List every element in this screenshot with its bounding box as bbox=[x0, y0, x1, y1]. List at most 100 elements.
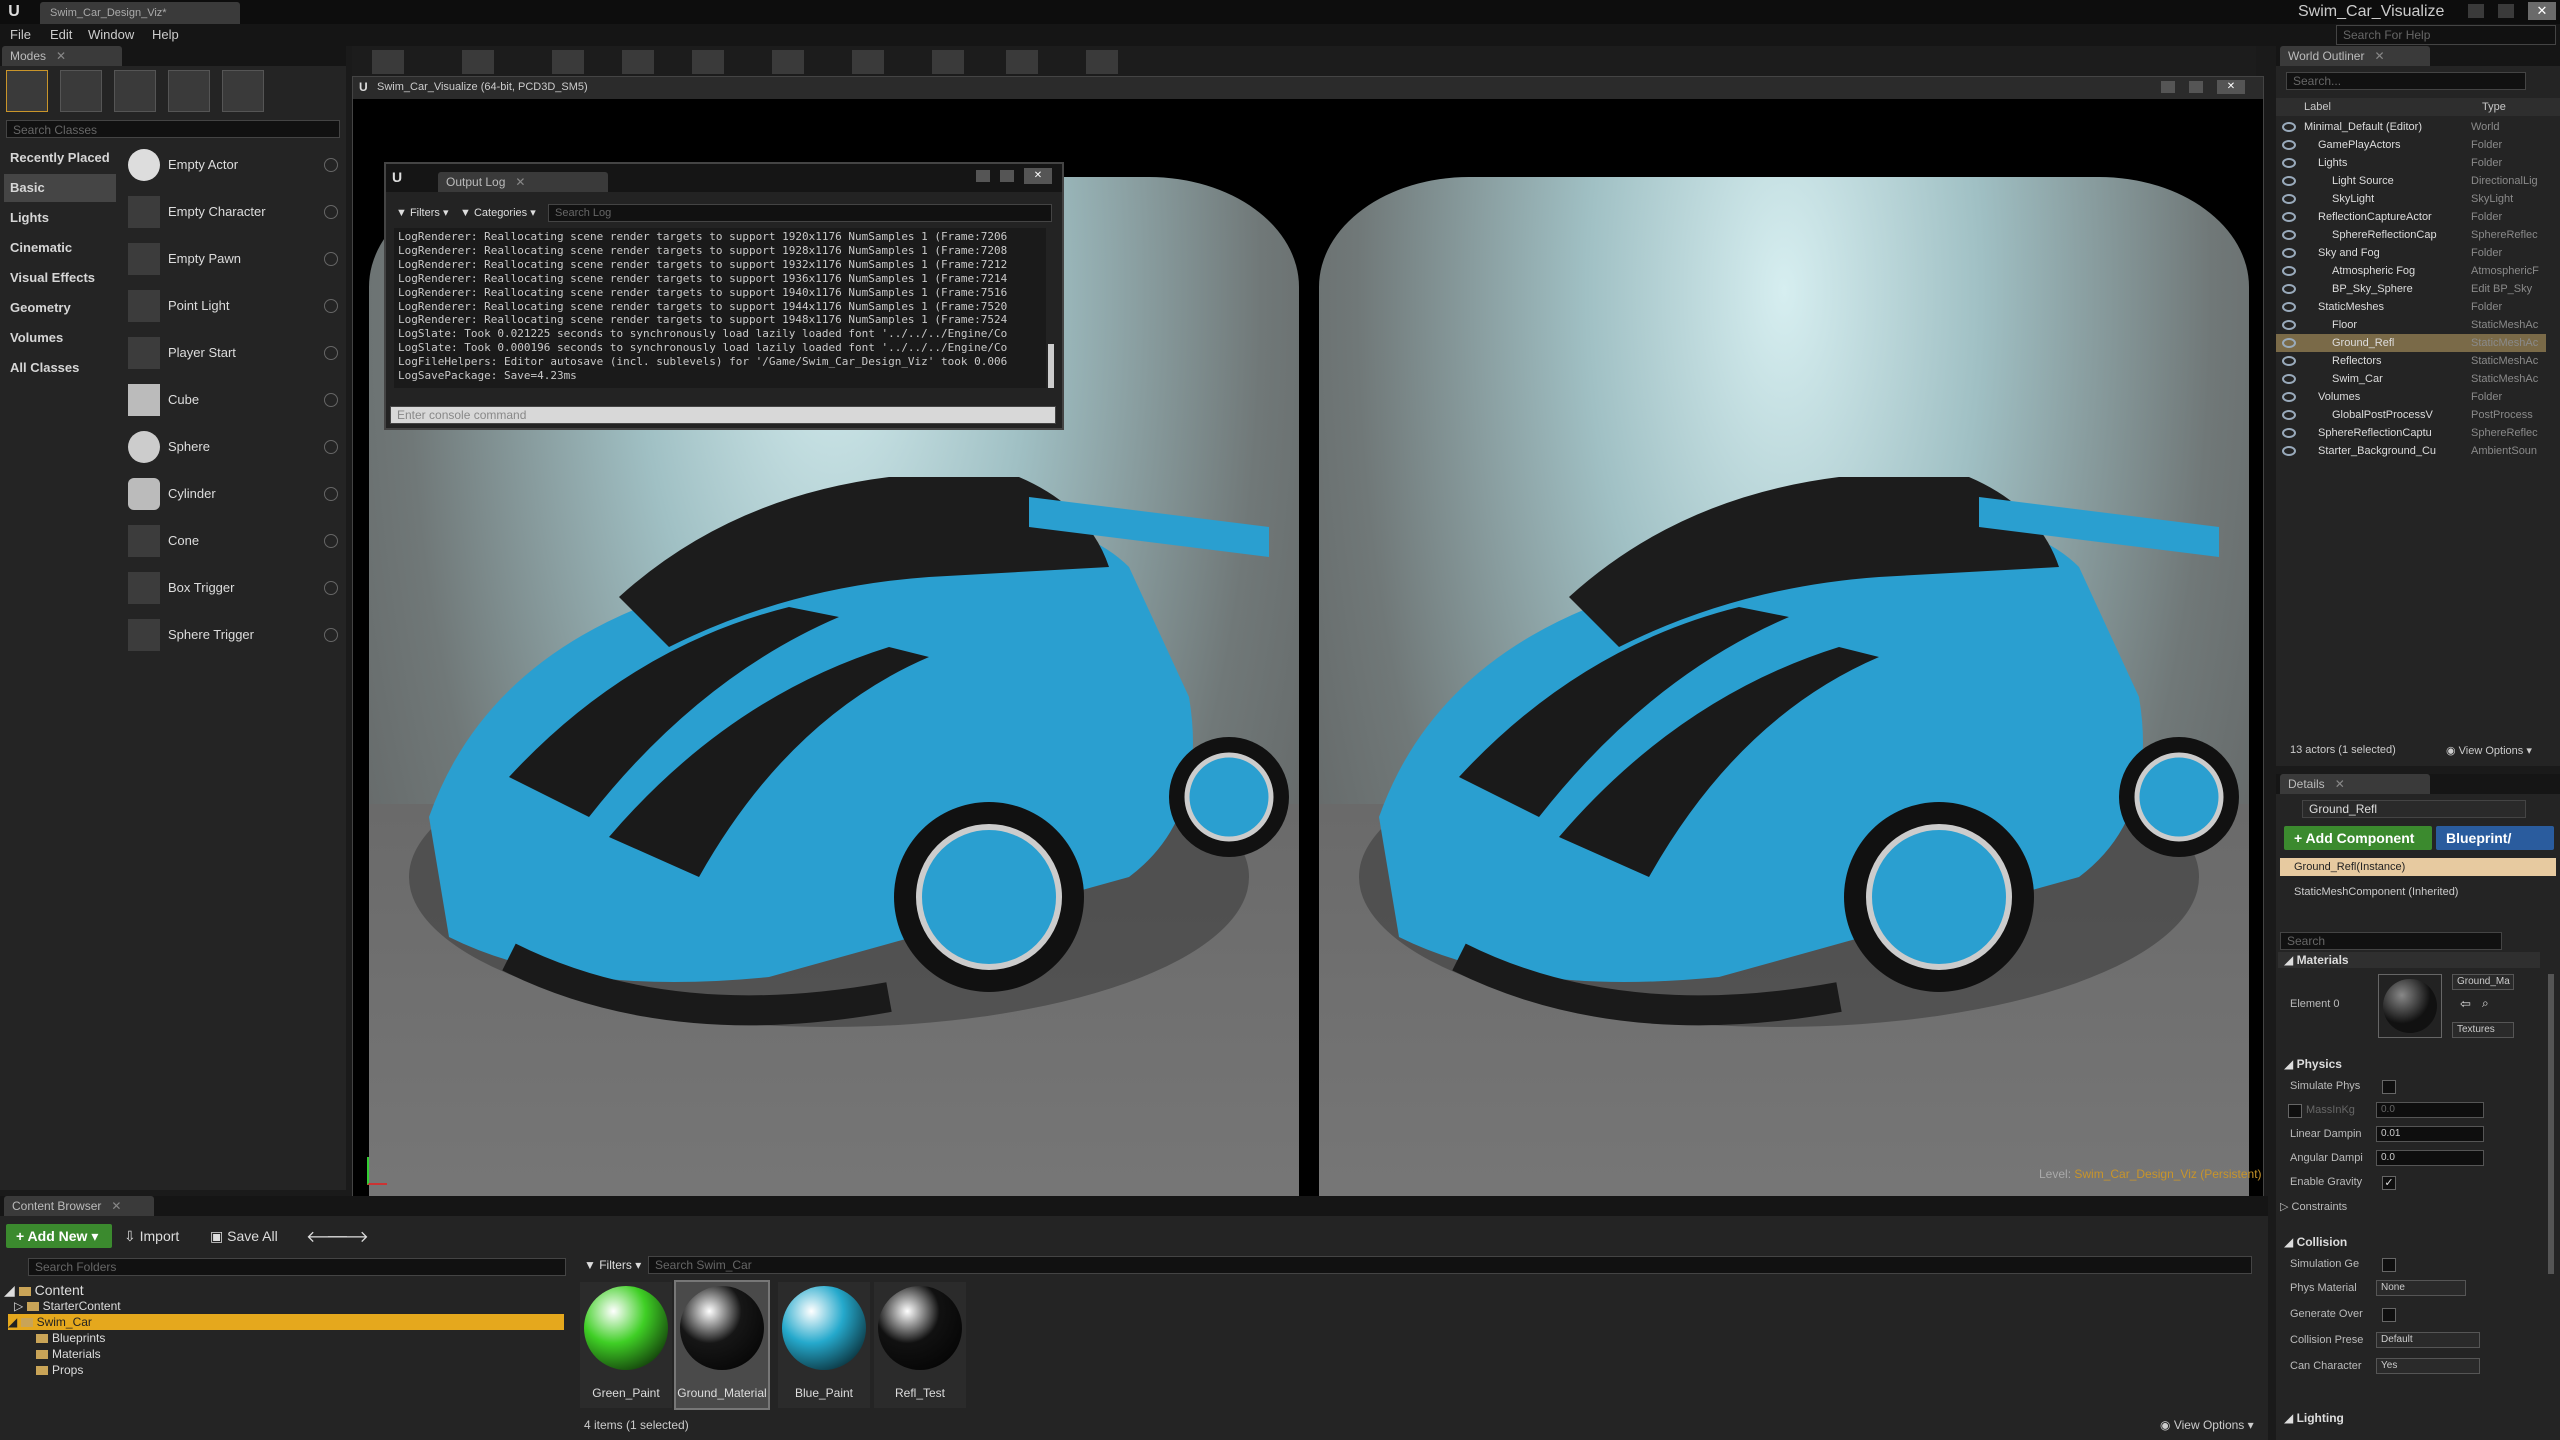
history-forward-button[interactable]: 🡒 bbox=[326, 1226, 369, 1247]
help-icon[interactable] bbox=[324, 581, 338, 595]
outliner-row[interactable]: Lights Folder bbox=[2276, 154, 2546, 172]
help-icon[interactable] bbox=[324, 534, 338, 548]
close-icon[interactable]: ✕ bbox=[2374, 49, 2384, 63]
textures-dropdown[interactable]: Textures bbox=[2452, 1022, 2514, 1038]
list-item[interactable]: Point Light bbox=[124, 285, 344, 327]
eye-icon[interactable] bbox=[2282, 176, 2296, 186]
close-icon[interactable]: ✕ bbox=[515, 175, 525, 189]
modes-tab[interactable]: Modes ✕ bbox=[2, 46, 122, 66]
source-control-icon[interactable] bbox=[462, 50, 494, 74]
launch-icon[interactable] bbox=[1086, 50, 1118, 74]
content-icon[interactable] bbox=[552, 50, 584, 74]
linear-damping-input[interactable]: 0.01 bbox=[2376, 1126, 2484, 1142]
content-browser-tab[interactable]: Content Browser ✕ bbox=[4, 1196, 154, 1216]
list-item[interactable]: Sphere Trigger bbox=[124, 614, 344, 656]
help-icon[interactable] bbox=[324, 393, 338, 407]
tree-item-starter-content[interactable]: ▷ StarterContent bbox=[14, 1298, 121, 1314]
details-scrollbar[interactable] bbox=[2548, 974, 2554, 1274]
build-icon[interactable] bbox=[932, 50, 964, 74]
tree-item-blueprints[interactable]: Blueprints bbox=[36, 1330, 105, 1346]
log-categories-dropdown[interactable]: ▼ Categories ▾ bbox=[460, 206, 536, 219]
close-icon[interactable]: ✕ bbox=[2335, 777, 2345, 791]
minimize-icon[interactable] bbox=[2161, 81, 2175, 93]
maximize-icon[interactable] bbox=[1000, 170, 1014, 182]
eye-icon[interactable] bbox=[2282, 302, 2296, 312]
eye-icon[interactable] bbox=[2282, 446, 2296, 456]
outliner-row[interactable]: Atmospheric Fog AtmosphericF bbox=[2276, 262, 2546, 280]
maximize-window-button[interactable] bbox=[2498, 4, 2514, 18]
mass-checkbox[interactable] bbox=[2288, 1104, 2302, 1118]
list-item[interactable]: Sphere bbox=[124, 426, 344, 468]
help-icon[interactable] bbox=[324, 440, 338, 454]
close-window-button[interactable]: ✕ bbox=[2528, 2, 2556, 20]
list-item[interactable]: Player Start bbox=[124, 332, 344, 374]
outliner-row[interactable]: SkyLight SkyLight bbox=[2276, 190, 2546, 208]
matinee-icon[interactable] bbox=[852, 50, 884, 74]
marketplace-icon[interactable] bbox=[622, 50, 654, 74]
eye-icon[interactable] bbox=[2282, 248, 2296, 258]
save-icon[interactable] bbox=[372, 50, 404, 74]
details-search-input[interactable]: Search bbox=[2280, 932, 2502, 950]
list-item[interactable]: Box Trigger bbox=[124, 567, 344, 609]
log-scrollbar[interactable] bbox=[1048, 344, 1054, 388]
help-icon[interactable] bbox=[324, 158, 338, 172]
minimize-icon[interactable] bbox=[976, 170, 990, 182]
angular-damping-input[interactable]: 0.0 bbox=[2376, 1150, 2484, 1166]
tree-item-content[interactable]: ◢ Content bbox=[4, 1282, 84, 1298]
add-new-button[interactable]: + Add New ▾ bbox=[6, 1224, 112, 1248]
instance-row[interactable]: Ground_Refl(Instance) bbox=[2280, 858, 2556, 876]
close-icon[interactable]: ✕ bbox=[2217, 80, 2245, 94]
eye-icon[interactable] bbox=[2282, 122, 2296, 132]
collision-preset-dropdown[interactable]: Default bbox=[2376, 1332, 2480, 1348]
log-search-input[interactable]: Search Log bbox=[548, 204, 1052, 222]
simulation-generates-checkbox[interactable] bbox=[2382, 1258, 2396, 1272]
eye-icon[interactable] bbox=[2282, 212, 2296, 222]
place-mode-icon[interactable] bbox=[6, 70, 48, 112]
physics-header[interactable]: ◢ Physics bbox=[2278, 1054, 2540, 1074]
blueprint-button[interactable]: Blueprint/ bbox=[2436, 826, 2554, 850]
list-item[interactable]: Cone bbox=[124, 520, 344, 562]
outliner-row[interactable]: ReflectionCaptureActor Folder bbox=[2276, 208, 2546, 226]
outliner-row[interactable]: GamePlayActors Folder bbox=[2276, 136, 2546, 154]
asset-tile[interactable]: Refl_Test bbox=[874, 1282, 966, 1408]
eye-icon[interactable] bbox=[2282, 356, 2296, 366]
list-item[interactable]: Cube bbox=[124, 379, 344, 421]
eye-icon[interactable] bbox=[2282, 392, 2296, 402]
add-component-button[interactable]: + Add Component bbox=[2284, 826, 2432, 850]
list-item[interactable]: Empty Actor bbox=[124, 144, 344, 186]
menu-file[interactable]: File bbox=[10, 27, 31, 42]
settings-icon[interactable] bbox=[692, 50, 724, 74]
collision-header[interactable]: ◢ Collision bbox=[2278, 1232, 2540, 1252]
menu-help[interactable]: Help bbox=[152, 27, 179, 42]
help-icon[interactable] bbox=[324, 205, 338, 219]
actor-name-input[interactable]: Ground_Refl bbox=[2302, 800, 2526, 818]
search-help-input[interactable]: Search For Help bbox=[2336, 25, 2556, 45]
outliner-row[interactable]: Light Source DirectionalLig bbox=[2276, 172, 2546, 190]
content-view-options[interactable]: ◉ View Options ▾ bbox=[2160, 1418, 2254, 1432]
col-label-header[interactable]: Label bbox=[2304, 98, 2331, 116]
eye-icon[interactable] bbox=[2282, 320, 2296, 330]
can-character-dropdown[interactable]: Yes bbox=[2376, 1358, 2480, 1374]
eye-icon[interactable] bbox=[2282, 338, 2296, 348]
asset-tile[interactable]: Blue_Paint bbox=[778, 1282, 870, 1408]
materials-header[interactable]: ◢ Materials bbox=[2278, 952, 2540, 968]
enable-gravity-checkbox[interactable]: ✓ bbox=[2382, 1176, 2396, 1190]
log-text-area[interactable]: LogRenderer: Reallocating scene render t… bbox=[394, 228, 1046, 388]
console-command-input[interactable]: Enter console command bbox=[390, 406, 1056, 424]
eye-icon[interactable] bbox=[2282, 374, 2296, 384]
eye-icon[interactable] bbox=[2282, 428, 2296, 438]
paint-mode-icon[interactable] bbox=[60, 70, 102, 112]
blueprints-icon[interactable] bbox=[772, 50, 804, 74]
help-icon[interactable] bbox=[324, 346, 338, 360]
outliner-row[interactable]: Minimal_Default (Editor) World bbox=[2276, 118, 2546, 136]
eye-icon[interactable] bbox=[2282, 410, 2296, 420]
browse-arrow-icon[interactable]: ⇦ bbox=[2460, 996, 2471, 1012]
generate-overlap-checkbox[interactable] bbox=[2382, 1308, 2396, 1322]
outliner-row[interactable]: GlobalPostProcessV PostProcess bbox=[2276, 406, 2546, 424]
log-filters-dropdown[interactable]: ▼ Filters ▾ bbox=[396, 206, 448, 219]
outliner-row[interactable]: Volumes Folder bbox=[2276, 388, 2546, 406]
col-type-header[interactable]: Type bbox=[2482, 98, 2506, 116]
outliner-row[interactable]: Swim_Car StaticMeshAc bbox=[2276, 370, 2546, 388]
outliner-view-options[interactable]: ◉ View Options ▾ bbox=[2446, 744, 2532, 757]
help-icon[interactable] bbox=[324, 487, 338, 501]
